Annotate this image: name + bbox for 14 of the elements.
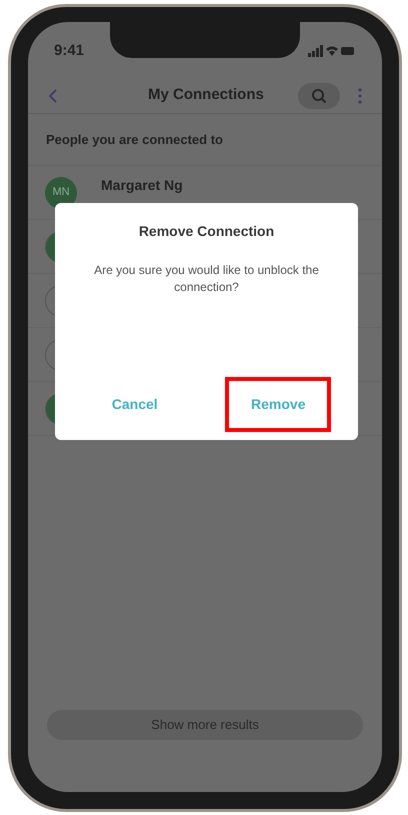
avatar: MN xyxy=(45,176,77,208)
dialog-button[interactable]: Remove xyxy=(225,377,332,432)
search-button[interactable] xyxy=(298,82,340,108)
more-icon[interactable] xyxy=(358,88,362,104)
status-icons xyxy=(308,45,356,57)
connection-name: Margaret Ng xyxy=(101,176,183,195)
dialog-message: Are you sure you would like to unblock the connection? xyxy=(93,262,320,296)
back-icon[interactable] xyxy=(48,88,58,104)
dialog-button[interactable]: Cancel xyxy=(82,377,188,432)
search-icon xyxy=(311,88,327,104)
status-time: 9:41 xyxy=(54,40,84,61)
screen-title: My Connections xyxy=(148,85,264,106)
section-title: People you are connected to xyxy=(46,130,223,149)
dialog-title: Remove Connection xyxy=(138,222,274,241)
